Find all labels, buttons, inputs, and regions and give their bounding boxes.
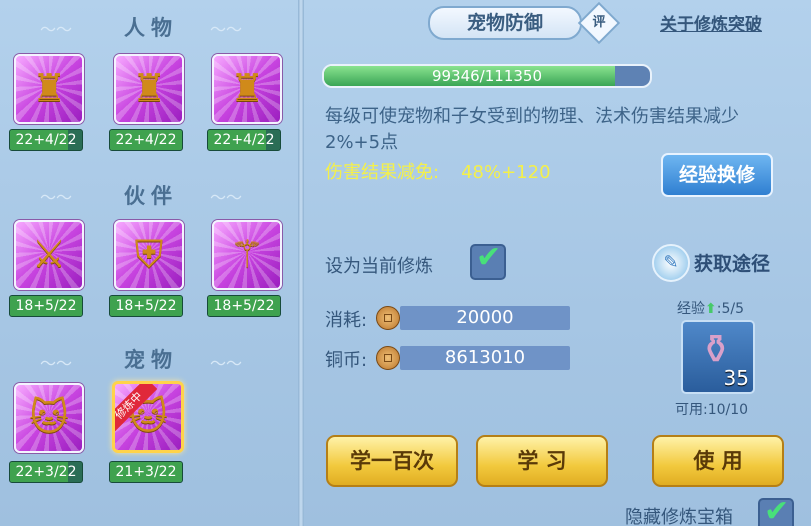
golden-armor-icon: ♜ (131, 66, 167, 110)
skill-level-partner-1: 18+5/22 (9, 295, 83, 317)
cost-label: 消耗: (325, 310, 368, 331)
damage-reduction-label: 伤害结果减免: (325, 162, 440, 183)
skill-level-pet-2: 21+3/22 (109, 461, 183, 483)
learn-100-button[interactable]: 学一百次 (326, 435, 458, 487)
skill-icon-pet-1[interactable]: 🐱 (14, 383, 84, 453)
skill-title: 宠物防御 (428, 6, 582, 40)
learn-button[interactable]: 学 习 (476, 435, 608, 487)
set-current-checkbox[interactable]: ✔ (470, 240, 506, 280)
skill-icon-partner-1[interactable]: ⚔ (14, 220, 84, 290)
skill-level-partner-2: 18+5/22 (109, 295, 183, 317)
exp-item-label: 经验⬆:5/5 (677, 301, 744, 317)
skill-icon-character-3[interactable]: ♜ (212, 54, 282, 124)
obtain-icon[interactable]: ✎ (652, 244, 690, 282)
skill-level-character-2: 22+4/22 (109, 129, 183, 151)
skill-description: 每级可使宠物和子女受到的物理、法术伤害结果减少2%+5点 (325, 106, 739, 153)
section-title-partner: 伙伴 (124, 184, 178, 208)
golden-warrior-icon: ♜ (229, 66, 265, 110)
copper-coin-icon (376, 346, 400, 370)
cultivation-window: ～～ ～～ 人物 ♜ 22+4/22 ♜ 22+4/22 ♜ 22+4/22 ～… (0, 0, 811, 526)
skill-icon-character-1[interactable]: ♜ (14, 54, 84, 124)
swirl-ornament: ～～ (40, 20, 73, 39)
hide-box-checkbox[interactable]: ✔ (758, 494, 794, 526)
skill-level-partner-3: 18+5/22 (207, 295, 281, 317)
copper-value: 8613010 (400, 346, 570, 370)
check-icon: ✔ (476, 240, 502, 275)
swirl-ornament: ～～ (40, 188, 73, 207)
item-count: 35 (723, 366, 749, 390)
hide-box-label: 隐藏修炼宝箱 (625, 507, 733, 526)
usable-count: 可用:10/10 (675, 402, 749, 418)
skill-icon-partner-2[interactable]: ⛨ (114, 220, 184, 290)
skill-level-character-1: 22+4/22 (9, 129, 83, 151)
swirl-ornament: ～～ (210, 354, 243, 373)
experience-bar: 99346/111350 (322, 64, 652, 88)
copper-label: 铜币: (325, 350, 368, 371)
damage-reduction: 伤害结果减免: 48%+120 (325, 158, 551, 184)
coin-icon (376, 306, 400, 330)
tiger-staff-icon: ⚚ (229, 232, 265, 276)
section-title-pet: 宠物 (124, 348, 178, 372)
tiger-shield-icon: ⛨ (134, 232, 164, 276)
swirl-ornament: ～～ (210, 20, 243, 39)
about-breakthrough-link[interactable]: 关于修炼突破 (660, 10, 762, 35)
skill-icon-pet-2[interactable]: 🐱 修炼中 (112, 381, 184, 453)
skill-level-character-3: 22+4/22 (207, 129, 281, 151)
experience-text: 99346/111350 (431, 67, 543, 85)
swirl-ornament: ～～ (40, 354, 73, 373)
section-title-character: 人物 (124, 16, 178, 40)
use-button[interactable]: 使 用 (652, 435, 784, 487)
exp-item-slot[interactable]: ⚱ 35 (681, 320, 755, 394)
skill-icon-partner-3[interactable]: ⚚ (212, 220, 282, 290)
golden-warrior-glow-icon: ♜ (31, 66, 67, 110)
panel-divider (298, 0, 304, 526)
cost-value: 20000 (400, 306, 570, 330)
check-icon: ✔ (764, 494, 790, 526)
obtain-link[interactable]: 获取途径 (694, 249, 770, 276)
arrow-up-icon: ⬆ (705, 301, 717, 317)
damage-reduction-value: 48%+120 (461, 162, 551, 183)
rate-badge[interactable]: 评 (577, 1, 621, 45)
swirl-ornament: ～～ (210, 188, 243, 207)
set-current-label: 设为当前修炼 (325, 256, 433, 277)
tiger-sword-icon: ⚔ (31, 232, 67, 276)
skill-icon-character-2[interactable]: ♜ (114, 54, 184, 124)
skill-level-pet-1: 22+3/22 (9, 461, 83, 483)
cat-sword-icon: 🐱 (29, 395, 69, 439)
exp-exchange-button[interactable]: 经验换修 (661, 153, 773, 197)
